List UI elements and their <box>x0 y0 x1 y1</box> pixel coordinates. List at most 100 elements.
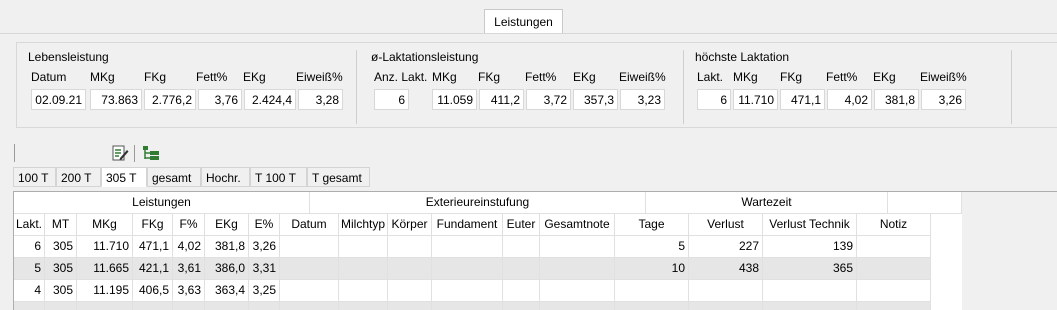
lebensleistung-ekg-field[interactable]: 2.424,4 <box>244 89 296 110</box>
cell-f-pct[interactable]: 4,02 <box>173 236 205 258</box>
cell-datum[interactable] <box>280 236 339 258</box>
cell-tage[interactable]: 10 <box>615 258 689 280</box>
lebensleistung-datum-field[interactable]: 02.09.21 <box>31 89 86 110</box>
cell-mt[interactable]: 305 <box>45 258 77 280</box>
cell-koerper[interactable] <box>388 280 432 302</box>
lebensleistung-fkg-field[interactable]: 2.776,2 <box>144 89 196 110</box>
cell-e-pct[interactable]: 3,31 <box>249 258 280 280</box>
cell-verlust-technik[interactable]: 139 <box>763 236 857 258</box>
cell-milchtyp[interactable] <box>339 236 388 258</box>
cell-mkg[interactable]: 11.665 <box>77 258 133 280</box>
lebensleistung-mkg-field[interactable]: 73.863 <box>90 89 142 110</box>
cell-koerper[interactable] <box>388 258 432 280</box>
cell-notiz[interactable] <box>857 236 931 258</box>
column-header-mkg[interactable]: MKg <box>77 214 133 236</box>
laktation-fett-field[interactable]: 3,72 <box>526 89 571 110</box>
column-header-lakt[interactable]: Lakt. <box>14 214 45 236</box>
column-header-fkg[interactable]: FKg <box>133 214 173 236</box>
cell-milchtyp[interactable] <box>339 280 388 302</box>
column-header-euter[interactable]: Euter <box>503 214 540 236</box>
hoechste-fkg-field[interactable]: 471,1 <box>780 89 825 110</box>
cell-fkg[interactable]: 406,5 <box>133 280 173 302</box>
cell-fundament[interactable] <box>432 258 503 280</box>
cell-verlust-technik[interactable] <box>763 280 857 302</box>
column-header-mt[interactable]: MT <box>45 214 77 236</box>
cell-lakt[interactable]: 4 <box>14 280 45 302</box>
header-fkg: FKg <box>144 70 167 84</box>
cell-e-pct[interactable]: 3,25 <box>249 280 280 302</box>
column-header-fundament[interactable]: Fundament <box>432 214 503 236</box>
tab-100t[interactable]: 100 T <box>13 167 56 187</box>
group-separator <box>356 50 357 124</box>
cell-fundament[interactable] <box>432 280 503 302</box>
hoechste-mkg-field[interactable]: 11.710 <box>733 89 778 110</box>
cell-ekg[interactable]: 363,4 <box>205 280 249 302</box>
column-header-milchtyp[interactable]: Milchtyp <box>339 214 388 236</box>
cell-fkg[interactable]: 421,1 <box>133 258 173 280</box>
cell-verlust[interactable] <box>689 280 763 302</box>
cell-e-pct[interactable]: 3,26 <box>249 236 280 258</box>
cell-gesamtnote[interactable] <box>540 280 615 302</box>
lebensleistung-fett-field[interactable]: 3,76 <box>198 89 242 110</box>
tree-list-icon[interactable] <box>142 144 160 162</box>
cell-fundament[interactable] <box>432 236 503 258</box>
column-header-ekg[interactable]: EKg <box>205 214 249 236</box>
cell-mkg[interactable]: 11.195 <box>77 280 133 302</box>
column-header-tage[interactable]: Tage <box>615 214 689 236</box>
cell-verlust[interactable]: 227 <box>689 236 763 258</box>
header-fkg: FKg <box>780 70 803 84</box>
cell-gesamtnote[interactable] <box>540 236 615 258</box>
column-header-verlust-technik[interactable]: Verlust Technik <box>763 214 857 236</box>
cell-f-pct[interactable]: 3,61 <box>173 258 205 280</box>
column-header-gesamtnote[interactable]: Gesamtnote <box>540 214 615 236</box>
cell-notiz[interactable] <box>857 280 931 302</box>
tab-305t[interactable]: 305 T <box>101 167 147 187</box>
cell-koerper[interactable] <box>388 236 432 258</box>
cell-tage[interactable] <box>615 280 689 302</box>
group-header-notiz <box>888 192 962 214</box>
cell-mt[interactable]: 305 <box>45 236 77 258</box>
cell-euter[interactable] <box>503 280 540 302</box>
cell-datum[interactable] <box>280 280 339 302</box>
cell-tage[interactable]: 5 <box>615 236 689 258</box>
cell-notiz[interactable] <box>857 258 931 280</box>
tab-leistungen[interactable]: Leistungen <box>484 9 563 34</box>
lebensleistung-eiweiss-field[interactable]: 3,28 <box>298 89 343 110</box>
edit-list-icon[interactable] <box>111 144 129 162</box>
cell-verlust-technik[interactable]: 365 <box>763 258 857 280</box>
tab-tgesamt[interactable]: T gesamt <box>307 167 370 187</box>
laktation-eiweiss-field[interactable]: 3,23 <box>620 89 665 110</box>
hoechste-fett-field[interactable]: 4,02 <box>827 89 872 110</box>
laktation-ekg-field[interactable]: 357,3 <box>573 89 618 110</box>
cell-ekg[interactable]: 386,0 <box>205 258 249 280</box>
laktation-fkg-field[interactable]: 411,2 <box>479 89 524 110</box>
cell-euter[interactable] <box>503 236 540 258</box>
tab-200t[interactable]: 200 T <box>56 167 101 187</box>
column-header-datum[interactable]: Datum <box>280 214 339 236</box>
cell-mt[interactable]: 305 <box>45 280 77 302</box>
column-header-e-pct[interactable]: E% <box>249 214 280 236</box>
cell-lakt[interactable]: 6 <box>14 236 45 258</box>
laktation-mkg-field[interactable]: 11.059 <box>432 89 477 110</box>
cell-datum[interactable] <box>280 258 339 280</box>
cell-euter[interactable] <box>503 258 540 280</box>
tab-t100t[interactable]: T 100 T <box>250 167 307 187</box>
laktation-anz-field[interactable]: 6 <box>374 89 409 110</box>
cell-milchtyp[interactable] <box>339 258 388 280</box>
cell-fkg[interactable]: 471,1 <box>133 236 173 258</box>
cell-verlust[interactable]: 438 <box>689 258 763 280</box>
column-header-notiz[interactable]: Notiz <box>857 214 931 236</box>
column-header-verlust[interactable]: Verlust <box>689 214 763 236</box>
hoechste-lakt-field[interactable]: 6 <box>697 89 731 110</box>
column-header-koerper[interactable]: Körper <box>388 214 432 236</box>
cell-mkg[interactable]: 11.710 <box>77 236 133 258</box>
hoechste-ekg-field[interactable]: 381,8 <box>874 89 919 110</box>
cell-f-pct[interactable]: 3,63 <box>173 280 205 302</box>
tab-gesamt[interactable]: gesamt <box>147 167 201 187</box>
cell-gesamtnote[interactable] <box>540 258 615 280</box>
cell-ekg[interactable]: 381,8 <box>205 236 249 258</box>
column-header-f-pct[interactable]: F% <box>173 214 205 236</box>
cell-lakt[interactable]: 5 <box>14 258 45 280</box>
tab-hochr[interactable]: Hochr. <box>201 167 250 187</box>
hoechste-eiweiss-field[interactable]: 3,26 <box>921 89 966 110</box>
